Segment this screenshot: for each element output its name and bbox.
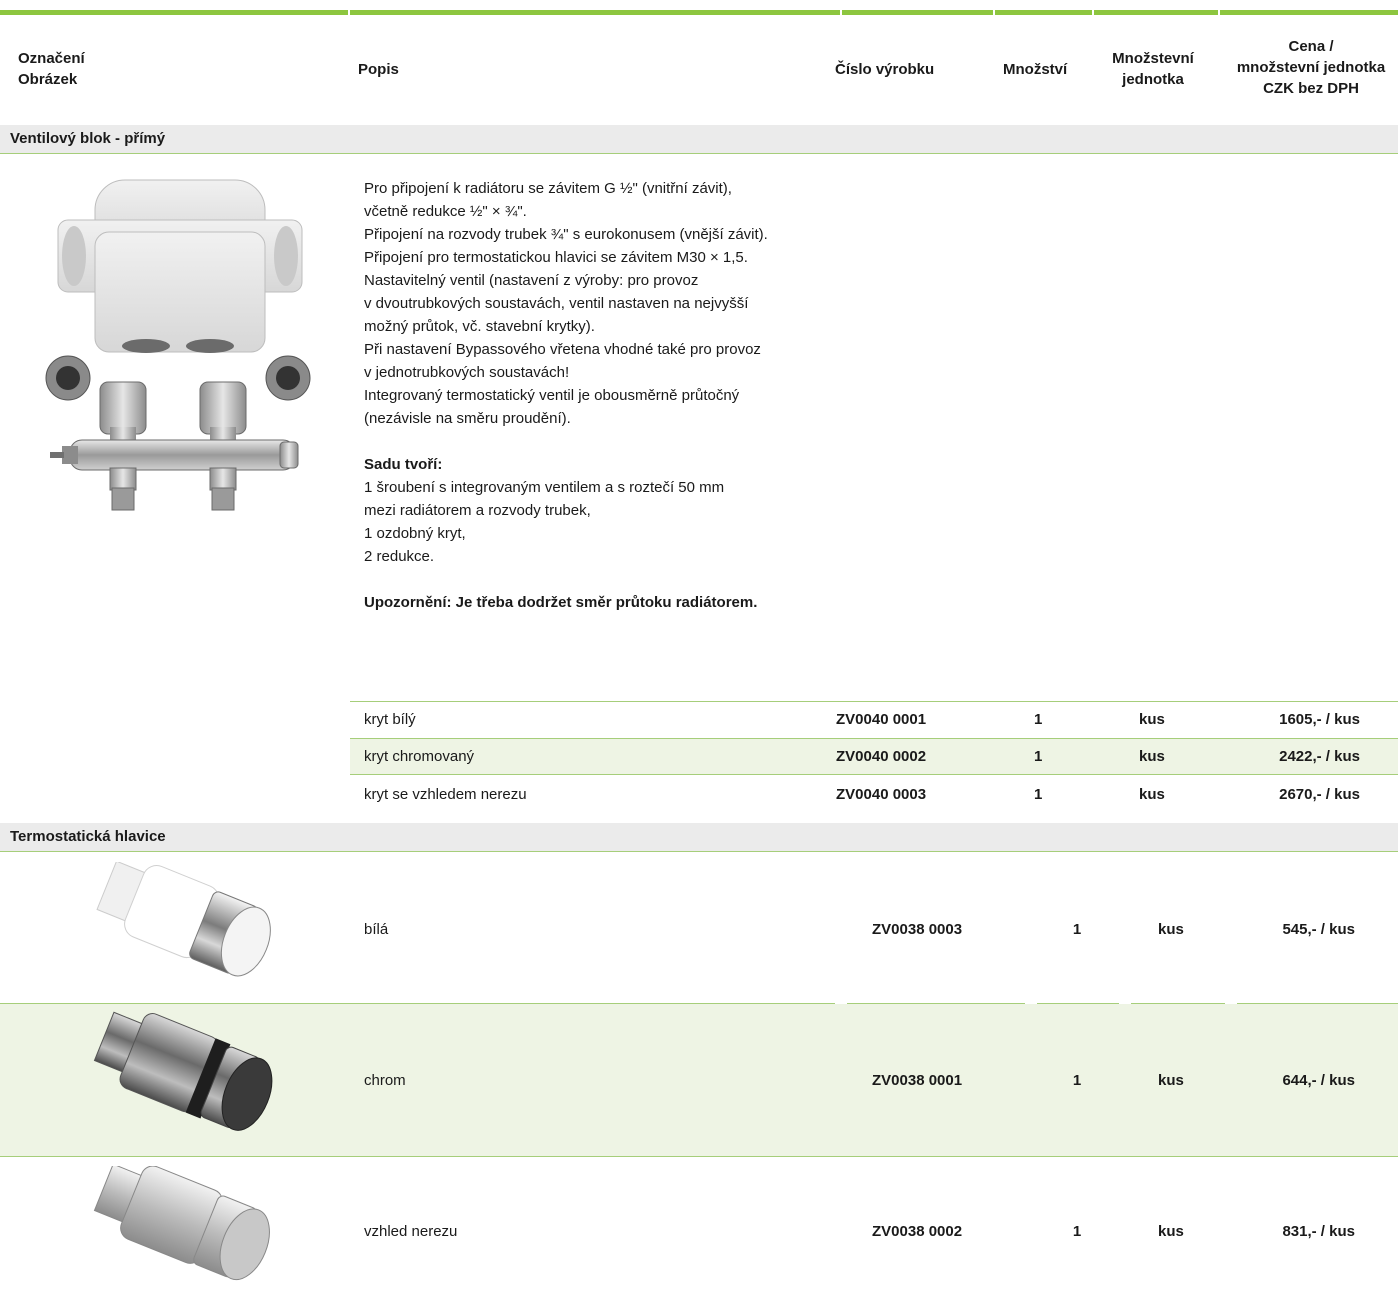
row-quantity: 1 (1034, 748, 1043, 765)
row-quantity: 1 (1034, 786, 1043, 803)
row-product-code: ZV0038 0002 (872, 1223, 963, 1240)
set-heading: Sadu tvoří: (364, 456, 443, 473)
row-quantity: 1 (1034, 711, 1043, 728)
accent-bar-gap (1092, 10, 1094, 15)
row-price: 2670,- / kus (1279, 786, 1360, 803)
row-product-code: ZV0038 0001 (872, 1072, 963, 1089)
section-title: Termostatická hlavice (10, 828, 166, 845)
row-description: bílá (364, 921, 389, 938)
description-text: Pro připojení k radiátoru se závitem G ½… (364, 180, 768, 427)
row-description: kryt bílý (364, 711, 416, 728)
accent-bar-gap (840, 10, 842, 15)
header-price: Cena / množstevní jednotka CZK bez DPH (1226, 36, 1396, 99)
header-unit-line2: jednotka (1122, 71, 1184, 88)
accent-bar-gap (993, 10, 995, 15)
header-description: Popis (358, 61, 399, 78)
valve-block-image (45, 179, 311, 511)
row-divider (0, 1156, 1398, 1157)
row-quantity: 1 (1072, 921, 1082, 938)
header-price-line1: Cena / (1288, 38, 1334, 55)
header-designation-line1: Označení (18, 50, 85, 67)
header-designation: Označení Obrázek (18, 48, 85, 90)
row-unit: kus (1139, 748, 1165, 765)
row-quantity: 1 (1072, 1072, 1082, 1089)
section-header-thermostatic-head: Termostatická hlavice (0, 823, 1398, 852)
top-accent-bar (0, 10, 1398, 15)
row-product-code: ZV0040 0001 (836, 711, 927, 728)
row-description: chrom (364, 1072, 406, 1089)
header-price-line3: CZK bez DPH (1263, 80, 1359, 97)
set-items: 1 šroubení s integrovaným ventilem a s r… (364, 479, 725, 565)
accent-bar-gap (348, 10, 350, 15)
header-price-line2: množstevní jednotka (1236, 59, 1386, 76)
row-divider (350, 738, 1398, 739)
row-unit: kus (1139, 711, 1165, 728)
row-unit: kus (1139, 786, 1165, 803)
warning-note: Upozornění: Je třeba dodržet směr průtok… (364, 594, 758, 611)
section-header-valve-block: Ventilový blok - přímý (0, 125, 1398, 154)
row-divider (350, 774, 1398, 775)
row-unit: kus (1158, 1223, 1184, 1240)
header-unit: Množstevní jednotka (1098, 48, 1208, 90)
accent-bar-gap (1218, 10, 1220, 15)
valve-block-description: Pro připojení k radiátoru se závitem G ½… (364, 177, 834, 614)
thermostatic-head-chrome-image (93, 1011, 273, 1131)
header-designation-line2: Obrázek (18, 71, 78, 88)
section-title: Ventilový blok - přímý (10, 130, 166, 147)
header-product-number: Číslo výrobku (835, 61, 935, 78)
row-description: kryt se vzhledem nerezu (364, 786, 527, 803)
row-description: vzhled nerezu (364, 1223, 458, 1240)
row-product-code: ZV0040 0003 (836, 786, 927, 803)
row-unit: kus (1158, 1072, 1184, 1089)
row-unit: kus (1158, 921, 1184, 938)
row-product-code: ZV0038 0003 (872, 921, 963, 938)
header-quantity: Množství (1003, 61, 1068, 78)
row-divider (350, 701, 1398, 702)
header-unit-line1: Množstevní (1112, 50, 1194, 67)
thermostatic-head-stainless-image (93, 1166, 270, 1281)
row-price: 2422,- / kus (1279, 748, 1360, 765)
row-price: 545,- / kus (1282, 921, 1355, 938)
row-price: 1605,- / kus (1279, 711, 1360, 728)
row-price: 831,- / kus (1282, 1223, 1355, 1240)
thermostatic-head-white-image (96, 862, 271, 977)
row-price: 644,- / kus (1282, 1072, 1355, 1089)
row-quantity: 1 (1072, 1223, 1082, 1240)
row-product-code: ZV0040 0002 (836, 748, 927, 765)
row-description: kryt chromovaný (364, 748, 475, 765)
